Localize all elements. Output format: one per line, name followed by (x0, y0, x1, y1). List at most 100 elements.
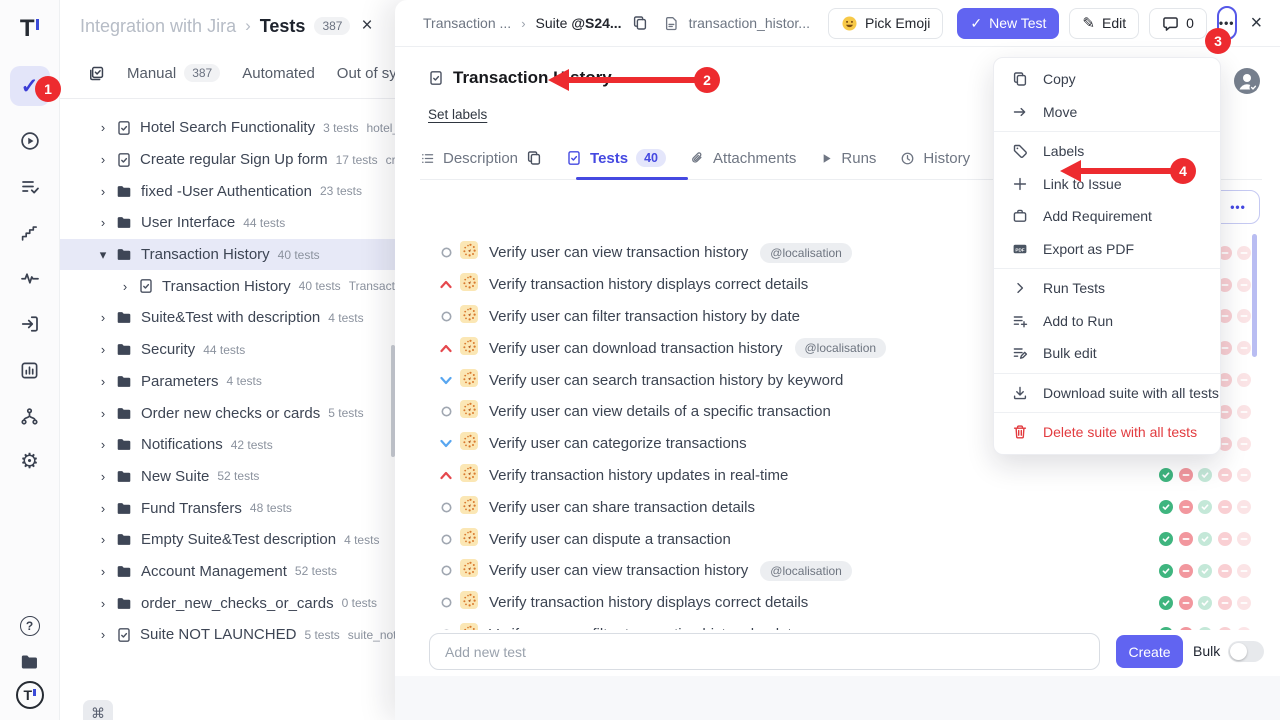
tree-item[interactable]: ›Empty Suite&Test description4 tests (60, 524, 395, 556)
test-title[interactable]: Verify user can download transaction his… (489, 340, 783, 357)
tree-item[interactable]: ›Order new checks or cards5 tests (60, 397, 395, 429)
tab-out-of-sync[interactable]: Out of sync (337, 65, 395, 82)
tree-item[interactable]: ›Notifications42 tests (60, 429, 395, 461)
run-dot-failed[interactable] (1237, 596, 1251, 610)
chevron-right-icon[interactable]: › (98, 532, 108, 547)
tree-item[interactable]: ▾Transaction History40 tests (60, 239, 395, 271)
chevron-right-icon[interactable]: › (120, 279, 130, 294)
run-dot-passed[interactable] (1198, 468, 1212, 482)
close-panel-icon[interactable]: × (1251, 12, 1263, 35)
rail-help[interactable]: ? (10, 609, 50, 643)
add-test-input[interactable] (429, 633, 1100, 670)
run-dot-failed[interactable] (1237, 373, 1251, 387)
run-dot-failed[interactable] (1237, 500, 1251, 514)
menu-item-copy[interactable]: Copy (994, 63, 1220, 96)
menu-item-add-to-run[interactable]: Add to Run (994, 305, 1220, 338)
rail-test-plans[interactable] (10, 170, 50, 204)
run-dot-failed[interactable] (1237, 564, 1251, 578)
run-dot-failed[interactable] (1237, 278, 1251, 292)
test-row[interactable]: Verify user can view transaction history… (395, 555, 1280, 587)
run-dot-failed[interactable] (1179, 500, 1193, 514)
run-dot-failed[interactable] (1237, 405, 1251, 419)
tree-item[interactable]: ›New Suite52 tests (60, 461, 395, 493)
tree-item[interactable]: ›Security44 tests (60, 334, 395, 366)
run-dot-failed[interactable] (1237, 341, 1251, 355)
tree-item[interactable]: ›order_new_checks_or_cards0 tests (60, 587, 395, 619)
test-tag-badge[interactable]: @localisation (760, 243, 852, 263)
rail-analytics[interactable] (10, 353, 50, 387)
chevron-right-icon[interactable]: › (98, 437, 108, 452)
run-dot-failed[interactable] (1218, 500, 1232, 514)
tree-item[interactable]: ›Fund Transfers48 tests (60, 492, 395, 524)
chevron-right-icon[interactable]: › (98, 310, 108, 325)
tree-item[interactable]: ›Parameters4 tests (60, 366, 395, 398)
run-dot-failed[interactable] (1237, 309, 1251, 323)
rail-app-logo[interactable]: T (10, 12, 50, 46)
tree-item[interactable]: ›User Interface44 tests (60, 207, 395, 239)
menu-item-download-suite-with-all-tests[interactable]: Download suite with all tests (994, 377, 1220, 410)
tree-item[interactable]: ›Suite&Test with description4 tests (60, 302, 395, 334)
chevron-right-icon[interactable]: › (98, 215, 108, 230)
close-tests-icon[interactable]: × (361, 15, 372, 37)
test-title[interactable]: Verify user can view transaction history (489, 562, 748, 579)
run-dot-passed[interactable] (1159, 500, 1173, 514)
run-dot-passed[interactable] (1198, 500, 1212, 514)
run-dot-failed[interactable] (1179, 564, 1193, 578)
test-tag-badge[interactable]: @localisation (795, 338, 887, 358)
run-dot-failed[interactable] (1218, 596, 1232, 610)
run-dot-passed[interactable] (1159, 564, 1173, 578)
chevron-right-icon[interactable]: › (98, 469, 108, 484)
test-title[interactable]: Verify user can share transaction detail… (489, 499, 755, 516)
test-row[interactable]: Verify transaction history updates in re… (395, 460, 1280, 492)
tree-item[interactable]: ›Create regular Sign Up form17 testscrea… (60, 144, 395, 176)
suite-file-name[interactable]: transaction_histor... (689, 15, 810, 31)
run-dot-passed[interactable] (1198, 564, 1212, 578)
run-dot-passed[interactable] (1198, 596, 1212, 610)
comments-button[interactable]: 0 (1149, 8, 1207, 39)
chevron-right-icon[interactable]: › (98, 184, 108, 199)
menu-item-run-tests[interactable]: Run Tests (994, 272, 1220, 305)
chevron-right-icon[interactable]: › (98, 374, 108, 389)
chevron-right-icon[interactable]: › (98, 406, 108, 421)
test-title[interactable]: Verify user can search transaction histo… (489, 372, 843, 389)
bulk-toggle[interactable] (1228, 641, 1264, 662)
test-title[interactable]: Verify user can view details of a specif… (489, 403, 831, 420)
test-title[interactable]: Verify user can filter transaction histo… (489, 308, 800, 325)
run-dot-passed[interactable] (1198, 532, 1212, 546)
test-title[interactable]: Verify transaction history displays corr… (489, 276, 808, 293)
run-dot-failed[interactable] (1237, 437, 1251, 451)
menu-item-export-as-pdf[interactable]: PDFExport as PDF (994, 233, 1220, 266)
run-dot-passed[interactable] (1159, 532, 1173, 546)
run-dot-passed[interactable] (1159, 468, 1173, 482)
run-dot-failed[interactable] (1237, 532, 1251, 546)
priority-high-icon[interactable] (439, 344, 453, 353)
chevron-right-icon[interactable]: › (98, 627, 108, 642)
status-circle-icon[interactable] (439, 502, 453, 513)
run-dot-failed[interactable] (1237, 468, 1251, 482)
tab-tests[interactable]: Tests40 (566, 149, 666, 167)
test-title[interactable]: Verify user can categorize transactions (489, 435, 747, 452)
status-circle-icon[interactable] (439, 311, 453, 322)
run-dot-failed[interactable] (1218, 532, 1232, 546)
test-title[interactable]: Verify transaction history displays corr… (489, 594, 808, 611)
list-scrollbar[interactable] (1252, 234, 1257, 357)
new-test-button[interactable]: ✓ New Test (957, 8, 1059, 39)
status-circle-icon[interactable] (439, 247, 453, 258)
status-circle-icon[interactable] (439, 597, 453, 608)
run-dot-failed[interactable] (1179, 532, 1193, 546)
run-dot-failed[interactable] (1218, 564, 1232, 578)
suite-breadcrumb-parent[interactable]: Transaction ... (423, 15, 511, 31)
priority-low-icon[interactable] (439, 376, 453, 385)
rail-import[interactable] (10, 307, 50, 341)
menu-item-bulk-edit[interactable]: Bulk edit (994, 337, 1220, 370)
pick-emoji-button[interactable]: Pick Emoji (828, 8, 943, 39)
test-title[interactable]: Verify transaction history updates in re… (489, 467, 788, 484)
test-row[interactable]: Verify user can dispute a transaction (395, 523, 1280, 555)
priority-high-icon[interactable] (439, 280, 453, 289)
menu-item-move[interactable]: Move (994, 96, 1220, 129)
tab-attachments[interactable]: Attachments (690, 150, 796, 167)
tree-item[interactable]: ›Hotel Search Functionality3 testshotel_… (60, 112, 395, 144)
status-circle-icon[interactable] (439, 406, 453, 417)
chevron-down-icon[interactable]: ▾ (98, 247, 108, 263)
tree-item[interactable]: ›Account Management52 tests (60, 556, 395, 588)
